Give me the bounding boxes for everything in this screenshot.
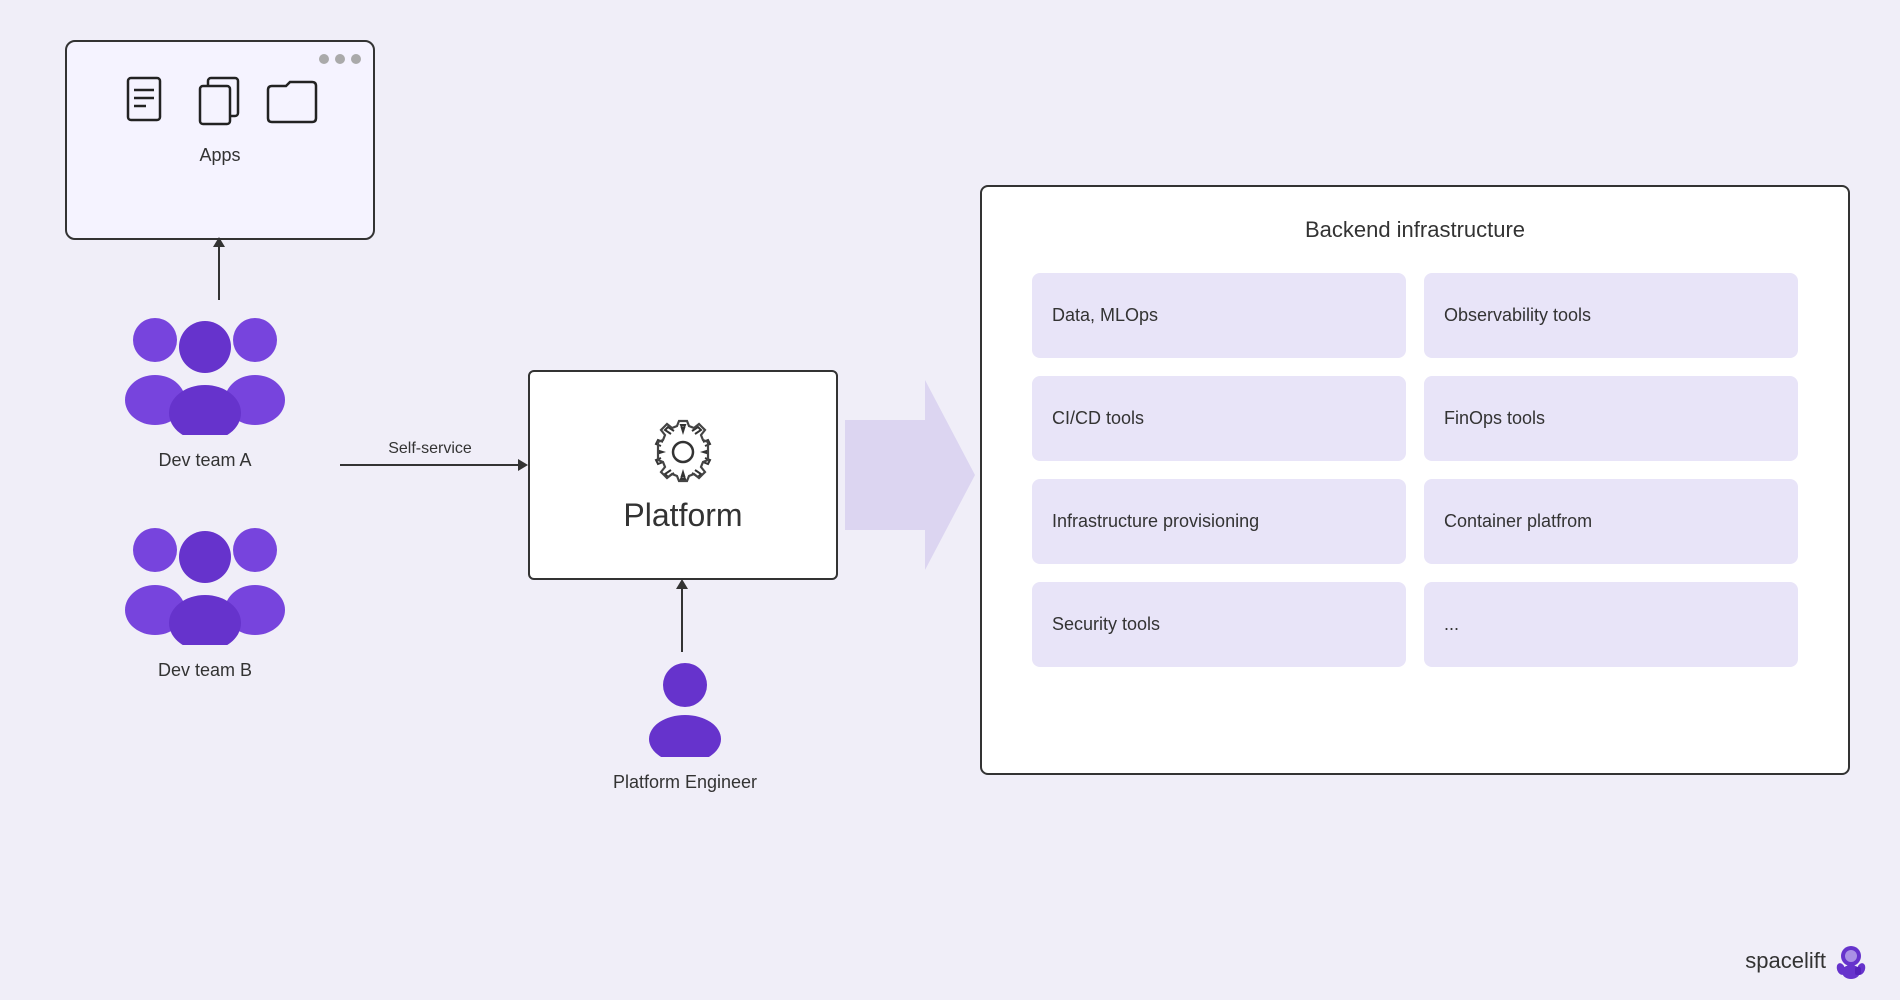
self-service-arrow: [340, 464, 520, 466]
astronaut-icon: [1832, 942, 1870, 980]
arrow-up-to-platform: [681, 587, 683, 652]
backend-item-0: Data, MLOps: [1032, 273, 1406, 358]
apps-label: Apps: [79, 145, 361, 166]
big-arrow-right: [845, 380, 975, 570]
copy-icon: [192, 74, 248, 135]
backend-item-4: Infrastructure provisioning: [1032, 479, 1406, 564]
file-icon: [120, 74, 176, 135]
dev-team-a: Dev team A: [95, 305, 315, 471]
gear-icon: [648, 417, 718, 487]
platform-engineer: Platform Engineer: [595, 657, 775, 793]
platform-label: Platform: [623, 497, 742, 534]
backend-item-3: FinOps tools: [1424, 376, 1798, 461]
arrow-up-to-apps: [218, 245, 220, 300]
backend-infrastructure-box: Backend infrastructure Data, MLOps Obser…: [980, 185, 1850, 775]
window-dot-3: [351, 54, 361, 64]
apps-window: Apps: [65, 40, 375, 240]
window-title-bar: [79, 54, 361, 64]
spacelift-logo: spacelift: [1745, 942, 1870, 980]
window-dot-1: [319, 54, 329, 64]
dev-team-a-label: Dev team A: [95, 450, 315, 471]
dev-team-b-label: Dev team B: [95, 660, 315, 681]
window-dot-2: [335, 54, 345, 64]
platform-engineer-label: Platform Engineer: [595, 772, 775, 793]
backend-grid: Data, MLOps Observability tools CI/CD to…: [1012, 273, 1818, 667]
dev-team-a-icon: [95, 305, 315, 435]
dev-team-b-icon: [95, 515, 315, 645]
backend-title: Backend infrastructure: [1012, 217, 1818, 243]
backend-item-2: CI/CD tools: [1032, 376, 1406, 461]
backend-item-1: Observability tools: [1424, 273, 1798, 358]
dev-team-b: Dev team B: [95, 515, 315, 681]
folder-icon: [264, 74, 320, 135]
spacelift-brand-name: spacelift: [1745, 948, 1826, 974]
platform-box: Platform: [528, 370, 838, 580]
backend-item-7: ...: [1424, 582, 1798, 667]
backend-item-6: Security tools: [1032, 582, 1406, 667]
apps-icons: [79, 74, 361, 135]
self-service-arrow-group: Self-service: [340, 440, 520, 466]
backend-item-5: Container platfrom: [1424, 479, 1798, 564]
platform-engineer-icon: [645, 657, 725, 757]
self-service-label: Self-service: [388, 440, 472, 458]
